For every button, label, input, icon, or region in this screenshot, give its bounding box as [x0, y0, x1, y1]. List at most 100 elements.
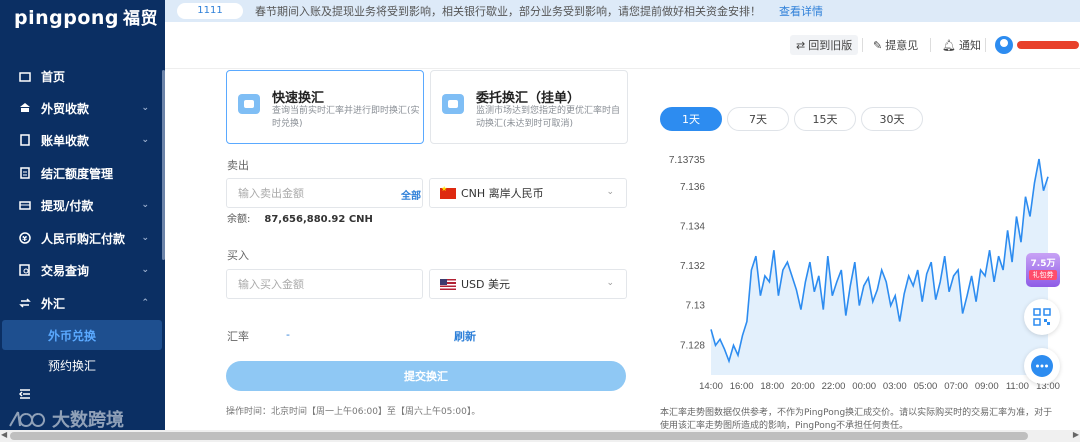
- x-tick-label: 22:00: [822, 381, 846, 392]
- sidebar-item-fx[interactable]: 外汇 ⌃: [0, 287, 165, 319]
- y-tick-label: 7.128: [680, 340, 705, 351]
- notifications-button[interactable]: 🔔︎ 通知: [942, 35, 981, 55]
- tab-15-days[interactable]: 15天: [794, 107, 856, 131]
- x-tick-label: 09:00: [975, 381, 999, 392]
- bell-icon: 🔔︎: [942, 38, 956, 52]
- sidebar-item-label: 外贸收款: [41, 101, 90, 116]
- sidebar-item-quota[interactable]: 结汇额度管理: [0, 157, 165, 189]
- submit-exchange-button[interactable]: 提交换汇: [226, 361, 626, 391]
- notice-message: 春节期间入账及提现业务将受到影响，相关银行歇业，部分业务受到影响，请您提前做好相…: [255, 5, 761, 18]
- notice-details-link[interactable]: 查看详情: [779, 3, 823, 19]
- logo-text: pingpong: [14, 7, 120, 29]
- tab-7-days[interactable]: 7天: [727, 107, 789, 131]
- back-old-label: 回到旧版: [808, 39, 853, 52]
- qr-code-icon: [1033, 308, 1051, 326]
- card-title: 委托换汇（挂单）: [476, 91, 581, 106]
- back-to-old-version-button[interactable]: ⇄ 回到旧版: [790, 35, 859, 55]
- china-flag-icon: [440, 185, 456, 199]
- sidebar-item-label: 结汇额度管理: [41, 166, 114, 181]
- chat-bubble-icon: [1031, 355, 1053, 377]
- y-tick-label: 7.134: [680, 221, 705, 232]
- exchange-rate-chart: 7.128 7.13 7.132 7.134 7.136 7.13735 14:00 16:0…: [669, 155, 1060, 392]
- sidebar-item-home[interactable]: 首页: [0, 60, 165, 92]
- x-tick-label: 03:00: [883, 381, 907, 392]
- sell-label: 卖出: [227, 159, 249, 172]
- scrollbar-thumb[interactable]: [10, 432, 1028, 440]
- refresh-rate-button[interactable]: 刷新: [454, 328, 476, 344]
- quick-exchange-icon: [238, 94, 260, 114]
- promo-amount: 7.5万: [1030, 259, 1056, 269]
- feedback-label: 提意见: [885, 39, 919, 52]
- sidebar: pingpong 福贸 首页 外贸收款 ⌄ 账单收款 ⌄ 结汇额度管理 提现/付款…: [0, 0, 165, 431]
- chevron-down-icon: ⌄: [141, 103, 149, 113]
- sell-currency-select[interactable]: CNH 离岸人民币 ⌄: [429, 178, 627, 208]
- buy-label: 买入: [227, 249, 249, 262]
- chevron-down-icon: ⌄: [606, 187, 614, 197]
- balance-label: 余额:: [227, 214, 251, 225]
- notice-badge: 1111: [177, 3, 243, 19]
- sell-amount-placeholder: 输入卖出金额: [238, 187, 304, 200]
- y-tick-label: 7.132: [680, 261, 705, 272]
- tab-label: 7天: [749, 113, 767, 126]
- switch-icon: ⇄: [796, 38, 806, 52]
- sidebar-item-label: 人民币购汇付款: [41, 231, 126, 246]
- rate-label: 汇率: [227, 330, 249, 343]
- balance-value: 87,656,880.92 CNH: [264, 214, 373, 225]
- watermark-logo-icon: [9, 411, 46, 427]
- scroll-right-icon[interactable]: ▶: [1073, 430, 1079, 439]
- entrust-exchange-card[interactable]: 委托换汇（挂单） 监测市场达到您指定的更优汇率时自动换汇(未达到时可取消): [430, 70, 628, 144]
- sidebar-item-label: 首页: [41, 69, 66, 84]
- logo-cn: 福贸: [123, 9, 159, 29]
- entrust-exchange-icon: [442, 94, 464, 114]
- search-doc-icon: [18, 263, 32, 277]
- feedback-button[interactable]: ✎ 提意见: [873, 35, 918, 55]
- tab-1-day[interactable]: 1天: [660, 107, 722, 131]
- sidebar-item-withdraw[interactable]: 提现/付款 ⌄: [0, 189, 165, 221]
- tab-label: 1天: [682, 113, 700, 126]
- sidebar-item-trade-receive[interactable]: 外贸收款 ⌄: [0, 92, 165, 124]
- x-tick-label: 05:00: [914, 381, 938, 392]
- sidebar-item-transactions[interactable]: 交易查询 ⌄: [0, 254, 165, 286]
- pen-icon: ✎: [873, 38, 883, 52]
- bill-icon: [18, 133, 32, 147]
- chat-support-button[interactable]: [1024, 348, 1060, 384]
- scroll-left-icon[interactable]: ◀: [1, 430, 7, 439]
- sell-all-button[interactable]: 全部: [401, 187, 421, 202]
- sidebar-item-rmb-pay[interactable]: ¥ 人民币购汇付款 ⌄: [0, 222, 165, 254]
- avatar[interactable]: [995, 36, 1013, 54]
- logo[interactable]: pingpong 福贸: [14, 4, 158, 29]
- horizontal-scrollbar[interactable]: ◀ ▶: [0, 430, 1080, 442]
- x-tick-label: 07:00: [944, 381, 968, 392]
- x-tick-label: 00:00: [852, 381, 876, 392]
- x-tick-label: 14:00: [699, 381, 723, 392]
- document-icon: [18, 166, 32, 180]
- tab-30-days[interactable]: 30天: [861, 107, 923, 131]
- sidebar-scrollbar[interactable]: [162, 70, 165, 260]
- x-tick-label: 18:00: [760, 381, 784, 392]
- quick-exchange-card[interactable]: 快速换汇 查询当前实时汇率并进行即时换汇(实时兑换): [226, 70, 424, 144]
- buy-currency-value: USD 美元: [461, 278, 511, 291]
- buy-currency-select[interactable]: USD 美元 ⌄: [429, 269, 627, 299]
- rate-value: -: [286, 328, 290, 341]
- tab-label: 15天: [812, 113, 838, 126]
- sell-currency-value: CNH 离岸人民币: [461, 187, 544, 200]
- sidebar-subitem-label: 外币兑换: [48, 328, 97, 343]
- sidebar-subitem-scheduled-exchange[interactable]: 预约换汇: [0, 350, 165, 380]
- sidebar-item-label: 账单收款: [41, 133, 90, 148]
- divider: [930, 38, 931, 52]
- sell-amount-input[interactable]: 输入卖出金额: [226, 178, 423, 208]
- sidebar-item-label: 提现/付款: [41, 198, 94, 213]
- card-title: 快速换汇: [272, 91, 325, 106]
- svg-text:¥: ¥: [22, 235, 27, 243]
- chevron-down-icon: ⌄: [141, 265, 149, 275]
- y-tick-label: 7.13735: [669, 155, 706, 166]
- menu-collapse-icon: [18, 387, 32, 401]
- sidebar-item-bill-receive[interactable]: 账单收款 ⌄: [0, 124, 165, 156]
- promo-coupon-badge[interactable]: 7.5万 礼包券: [1026, 253, 1060, 287]
- chevron-down-icon: ⌄: [141, 200, 149, 210]
- buy-amount-input[interactable]: 输入买入金额: [226, 269, 423, 299]
- card-description: 查询当前实时汇率并进行即时换汇(实时兑换): [272, 106, 420, 129]
- bank-icon: [18, 101, 32, 115]
- sidebar-subitem-currency-exchange[interactable]: 外币兑换: [2, 320, 162, 350]
- qr-code-button[interactable]: [1024, 299, 1060, 335]
